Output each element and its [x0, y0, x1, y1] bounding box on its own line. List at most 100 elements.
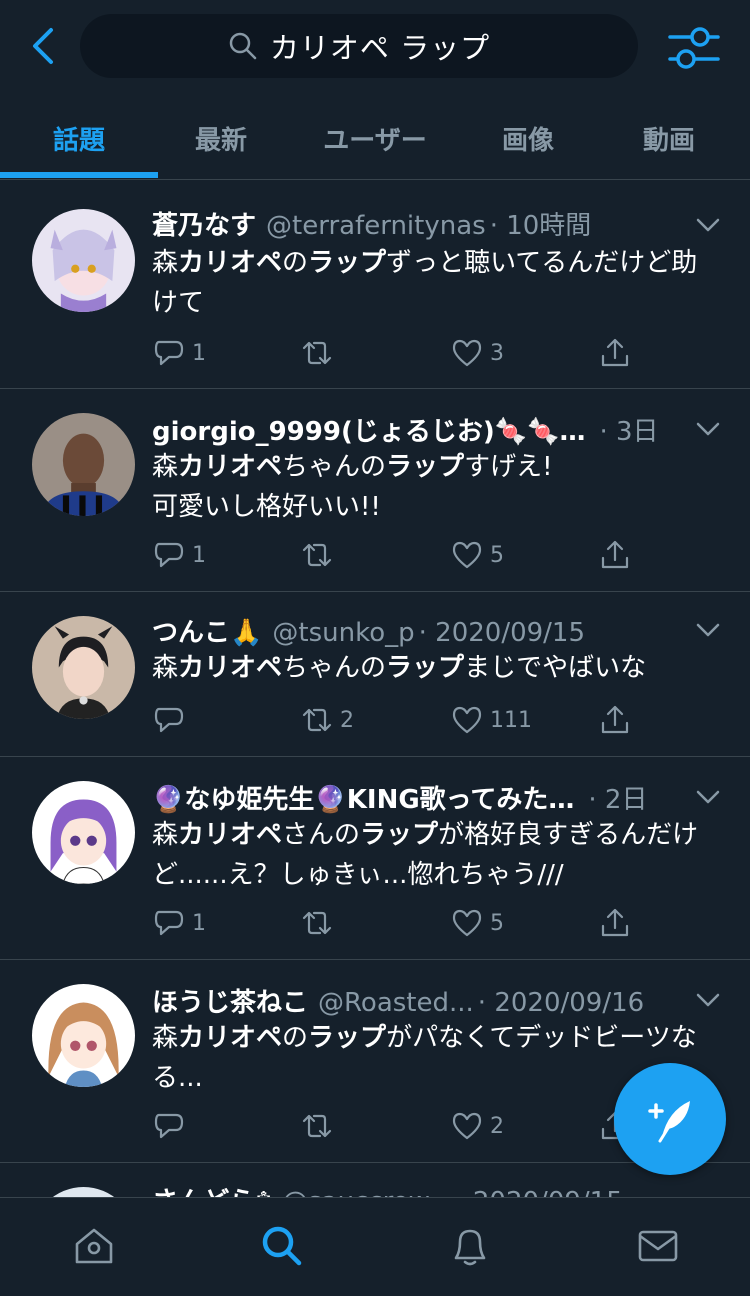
like-button[interactable]: 5	[450, 535, 504, 575]
share-icon	[601, 338, 629, 367]
like-button[interactable]: 111	[450, 700, 532, 740]
display-name[interactable]: 蒼乃なす	[152, 205, 256, 242]
tab-videos[interactable]: 動画	[596, 96, 742, 180]
avatar[interactable]	[32, 209, 135, 312]
tweet-actions: 1 5	[152, 903, 652, 943]
share-button[interactable]	[598, 903, 632, 943]
tweet-item[interactable]: giorgio_9999(じょるじお)🍬🍬… · 3日 森カリオペちゃんのラップ…	[0, 389, 750, 592]
chevron-down-icon[interactable]	[694, 419, 722, 439]
user-handle[interactable]: @tsunko_p	[272, 618, 414, 648]
avatar[interactable]	[32, 413, 135, 516]
tweet-time: · 2020/09/16	[477, 988, 645, 1018]
retweet-button[interactable]	[300, 903, 340, 943]
nav-messages[interactable]	[630, 1220, 686, 1272]
display-name[interactable]: giorgio_9999(じょるじお)🍬🍬…	[152, 411, 585, 448]
highlighted-keyword: カリオペ	[178, 248, 283, 278]
chevron-down-icon[interactable]	[694, 990, 722, 1010]
user-handle[interactable]: @terrafernitynas	[266, 211, 486, 241]
like-heart-icon	[452, 706, 482, 734]
tweet-header: ほうじ茶ねこ @Roasted... · 2020/09/16	[152, 982, 680, 1022]
compose-tweet-button[interactable]	[614, 1063, 726, 1175]
display-name[interactable]: 🔮なゆ姫先生🔮KING歌ってみた…	[152, 779, 574, 816]
tab-latest[interactable]: 最新	[158, 96, 284, 180]
tweet-time: · 10時間	[489, 211, 592, 241]
nav-notifications[interactable]	[442, 1220, 498, 1272]
tweet-text-segment: 森	[152, 248, 179, 278]
tab-top[interactable]: 話題	[0, 96, 158, 180]
back-button[interactable]	[22, 22, 62, 70]
avatar[interactable]	[32, 1187, 135, 1197]
search-input[interactable]: カリオペ ラップ	[80, 14, 638, 78]
tweet-item[interactable]: 🔮なゆ姫先生🔮KING歌ってみた… · 2日 森カリオペさんのラップが格好良すぎ…	[0, 757, 750, 960]
retweet-button[interactable]	[300, 333, 340, 373]
display-name[interactable]: つんこ🙏	[152, 612, 262, 649]
nav-search[interactable]	[254, 1220, 310, 1272]
retweet-button[interactable]	[300, 1106, 340, 1146]
search-filter-button[interactable]	[666, 22, 722, 74]
avatar[interactable]	[32, 781, 135, 884]
back-chevron-icon	[33, 28, 53, 64]
user-handle[interactable]: @Roasted...	[318, 988, 474, 1018]
like-heart-icon	[452, 1112, 482, 1140]
highlighted-keyword: カリオペ	[178, 653, 283, 683]
tweet-header: さんどら☦ @sauccrow... · 2020/09/15	[152, 1181, 680, 1197]
reply-button[interactable]: 1	[152, 903, 206, 943]
tab-images[interactable]: 画像	[460, 96, 596, 180]
share-button[interactable]	[598, 700, 632, 740]
retweet-icon	[302, 1114, 332, 1138]
reply-icon	[154, 707, 184, 733]
tweet-actions: 2 111	[152, 700, 652, 740]
chevron-down-icon[interactable]	[694, 620, 722, 640]
like-button[interactable]: 3	[450, 333, 504, 373]
tweet-header: 🔮なゆ姫先生🔮KING歌ってみた… · 2日	[152, 779, 680, 819]
reply-button[interactable]	[152, 700, 192, 740]
tweet-text-segment: 可愛いし格好いい!!	[152, 492, 381, 522]
display-name[interactable]: ほうじ茶ねこ	[152, 982, 308, 1019]
user-handle[interactable]: @sauccrow...	[282, 1187, 452, 1197]
tweet-header: つんこ🙏 @tsunko_p · 2020/09/15	[152, 612, 680, 652]
avatar[interactable]	[32, 984, 135, 1087]
display-name[interactable]: さんどら☦	[152, 1181, 272, 1197]
tweet-text-segment: ちゃんの	[282, 452, 387, 482]
tweet-actions: 2	[152, 1106, 652, 1146]
highlighted-keyword: カリオペ	[178, 820, 283, 850]
reply-button[interactable]: 1	[152, 535, 206, 575]
like-button[interactable]: 2	[450, 1106, 504, 1146]
highlighted-keyword: ラップ	[308, 1023, 387, 1053]
tweet-item[interactable]: さんどら☦ @sauccrow... · 2020/09/15	[0, 1163, 750, 1197]
reply-icon	[154, 910, 184, 936]
tweet-text-segment: の	[282, 1023, 309, 1053]
retweet-button[interactable]: 2	[300, 700, 354, 740]
reply-button[interactable]	[152, 1106, 192, 1146]
share-button[interactable]	[598, 535, 632, 575]
highlighted-keyword: ラップ	[360, 820, 439, 850]
chevron-down-icon[interactable]	[694, 787, 722, 807]
tab-users[interactable]: ユーザー	[290, 96, 460, 180]
tweet-feed[interactable]: 蒼乃なす @terrafernitynas · 10時間 森カリオペのラップずっ…	[0, 181, 750, 1197]
search-query-text: カリオペ ラップ	[269, 31, 491, 65]
tweet-item[interactable]: 蒼乃なす @terrafernitynas · 10時間 森カリオペのラップずっ…	[0, 181, 750, 389]
home-icon	[75, 1228, 113, 1264]
active-tab-indicator	[0, 172, 158, 178]
like-count: 5	[490, 542, 504, 568]
tweet-time: · 2020/09/15	[418, 618, 586, 648]
tweet-text-segment: の	[282, 248, 309, 278]
search-icon	[262, 1226, 302, 1266]
reply-icon	[154, 340, 184, 366]
tweet-time: · 3日	[599, 417, 659, 447]
share-button[interactable]	[598, 333, 632, 373]
tweet-item[interactable]: つんこ🙏 @tsunko_p · 2020/09/15 森カリオペちゃんのラップ…	[0, 592, 750, 757]
avatar[interactable]	[32, 616, 135, 719]
like-count: 5	[490, 910, 504, 936]
retweet-button[interactable]	[300, 535, 340, 575]
chevron-down-icon[interactable]	[694, 215, 722, 235]
tweet-text-segment: ちゃんの	[282, 653, 387, 683]
share-icon	[601, 705, 629, 734]
nav-home[interactable]	[66, 1220, 122, 1272]
like-heart-icon	[452, 541, 482, 569]
like-button[interactable]: 5	[450, 903, 504, 943]
reply-button[interactable]: 1	[152, 333, 206, 373]
tweet-actions: 1 3	[152, 333, 652, 373]
search-tabs: 話題 最新 ユーザー 画像 動画	[0, 96, 750, 180]
reply-icon	[154, 542, 184, 568]
